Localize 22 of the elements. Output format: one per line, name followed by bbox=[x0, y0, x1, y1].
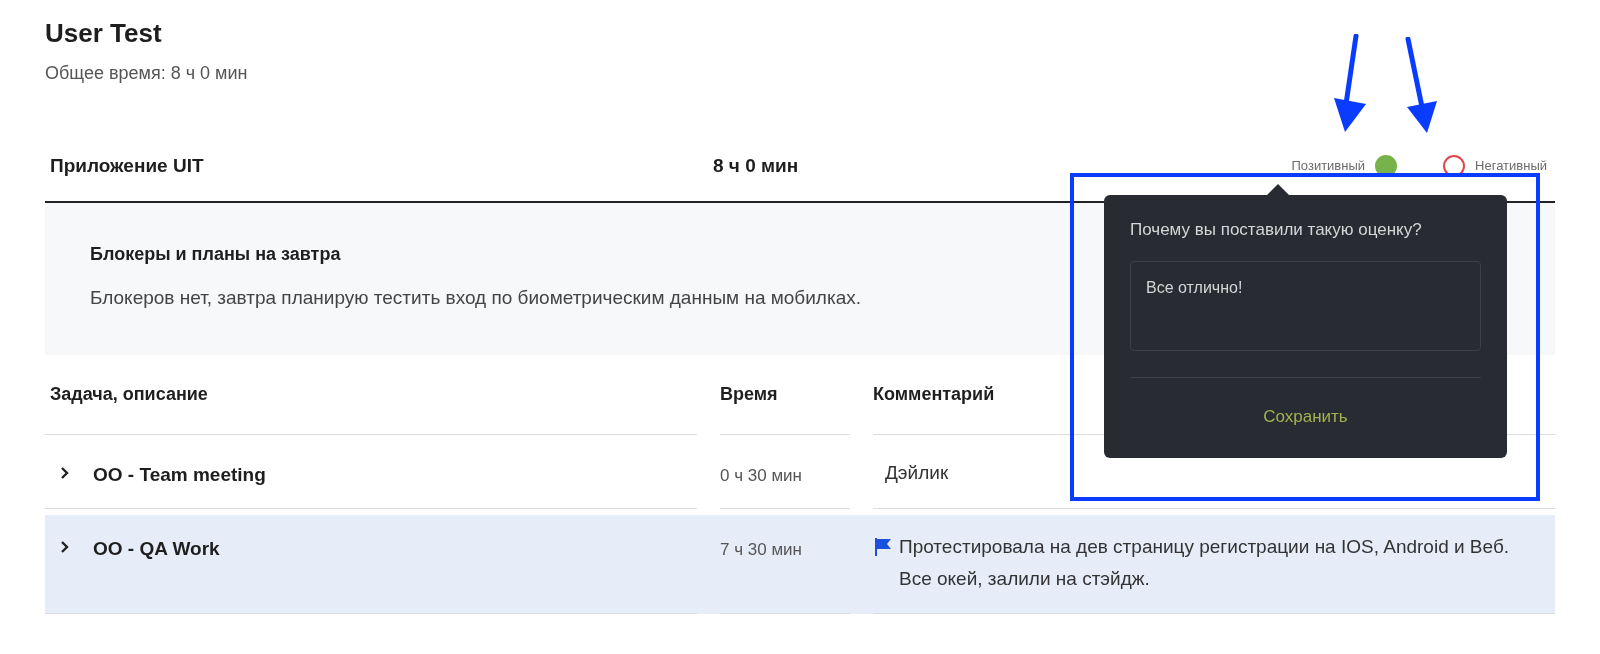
page-title: User Test bbox=[45, 18, 163, 48]
save-button[interactable]: Сохранить bbox=[1263, 403, 1348, 429]
project-time: 8 ч 0 мин bbox=[713, 153, 799, 178]
notes-title: Блокеры и планы на завтра bbox=[90, 243, 342, 266]
popup-question: Почему вы поставили такую оценку? bbox=[1130, 219, 1423, 241]
column-header: Время bbox=[720, 355, 850, 435]
answer-field[interactable]: Все отлично! bbox=[1130, 260, 1481, 351]
rating-label: Негативный bbox=[1475, 157, 1547, 176]
table-row[interactable]: OO - QA Work 7 ч 30 мин Протестировала на дев страницу регистрации на IOS, Android и Веб. Все окей, залили на стэйдж. bbox=[45, 514, 1555, 614]
task-name: OO - QA Work bbox=[93, 536, 220, 561]
task-time: 7 ч 30 мин bbox=[720, 539, 802, 559]
task-name: OO - Team meeting bbox=[93, 463, 266, 487]
rating-label: Позитивный bbox=[1291, 157, 1366, 176]
project-name: Приложение UIT bbox=[50, 153, 205, 178]
chevron-icon[interactable] bbox=[59, 466, 71, 480]
task-comment: Дэйлик bbox=[885, 461, 949, 485]
chevron-icon[interactable] bbox=[59, 539, 71, 554]
total-time: Общее время: 8 ч 0 мин bbox=[45, 62, 249, 85]
task-time: 0 ч 30 мин bbox=[720, 466, 802, 485]
task-comment: Протестировала на дев страницу регистрации на IOS, Android и Веб. Все окей, залили на стэйдж. bbox=[899, 534, 1510, 591]
notes-text: Блокеров нет, завтра планирую тестить вход по биометрическим данным на мобилках. bbox=[90, 286, 862, 310]
column-header: Задача, описание bbox=[45, 355, 697, 435]
